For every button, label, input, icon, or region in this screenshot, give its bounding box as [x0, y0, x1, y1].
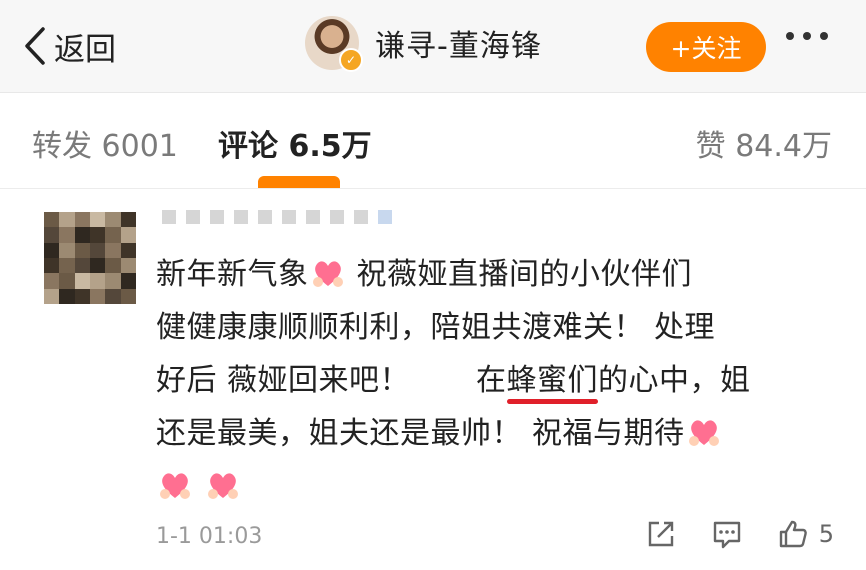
heart-hands-icon: [208, 473, 238, 499]
comment-text: 新年新气象 祝薇娅直播间的小伙伴们 健健康康顺顺利利，陪姐共渡难关！ 处理 好后…: [156, 248, 846, 513]
tab-bar: 转发 6001 评论 6.5万 赞 84.4万: [0, 93, 866, 189]
comment-text-segment: 祝薇娅直播间的小伙伴们: [346, 257, 693, 292]
like-count: 5: [818, 520, 834, 548]
comment-actions: 5: [645, 518, 834, 550]
more-dot: [786, 32, 794, 40]
commenter-username-blurred[interactable]: [162, 210, 392, 224]
comment-text-segment: 还是最美，姐夫还是最帅！ 祝福与期待: [156, 416, 685, 451]
verified-badge-icon: ✓: [339, 48, 363, 72]
heart-hands-icon: [688, 420, 719, 446]
share-icon[interactable]: [645, 518, 677, 550]
red-underline-mark: [506, 399, 599, 404]
heart-hands-icon: [312, 261, 343, 287]
chevron-left-icon: [25, 27, 45, 65]
tab-reposts[interactable]: 转发 6001: [32, 121, 178, 165]
profile-avatar[interactable]: ✓: [305, 16, 363, 72]
comment-timestamp: 1-1 01:03: [156, 523, 263, 549]
back-label: 返回: [54, 31, 116, 68]
top-navigation-bar: 返回 ✓ 谦寻-董海锋 +关注: [0, 0, 866, 93]
tab-likes[interactable]: 赞 84.4万: [696, 121, 832, 165]
active-tab-indicator: [258, 176, 340, 188]
profile-header[interactable]: ✓ 谦寻-董海锋: [305, 16, 542, 72]
comment-text-segment: 好后 薇娅回来吧！: [156, 363, 411, 398]
more-dot: [820, 32, 828, 40]
heart-hands-icon: [160, 473, 190, 499]
comment-text-segment: 在: [476, 363, 507, 398]
commenter-avatar[interactable]: [44, 212, 136, 304]
more-options-icon[interactable]: [786, 32, 828, 40]
like-button[interactable]: 5: [777, 518, 834, 550]
profile-name[interactable]: 谦寻-董海锋: [375, 21, 542, 65]
reply-comment-icon[interactable]: [711, 518, 743, 550]
comment-text-segment: 新年新气象: [156, 257, 309, 292]
comment-footer: 1-1 01:03 5: [156, 518, 846, 554]
comment-text-segment: 健健康康顺顺利利，陪姐共渡难关！ 处理: [156, 310, 716, 345]
comment-item: 新年新气象 祝薇娅直播间的小伙伴们 健健康康顺顺利利，陪姐共渡难关！ 处理 好后…: [0, 190, 866, 570]
tab-comments[interactable]: 评论 6.5万: [218, 121, 372, 165]
comment-text-segment: 的心中，姐: [598, 363, 751, 398]
highlighted-phrase: 蜂蜜们: [506, 363, 599, 404]
follow-button[interactable]: +关注: [646, 22, 766, 72]
highlighted-text: 蜂蜜们: [506, 363, 599, 398]
more-dot: [803, 32, 811, 40]
back-button[interactable]: 返回: [22, 22, 116, 70]
thumbs-up-icon: [777, 518, 809, 550]
